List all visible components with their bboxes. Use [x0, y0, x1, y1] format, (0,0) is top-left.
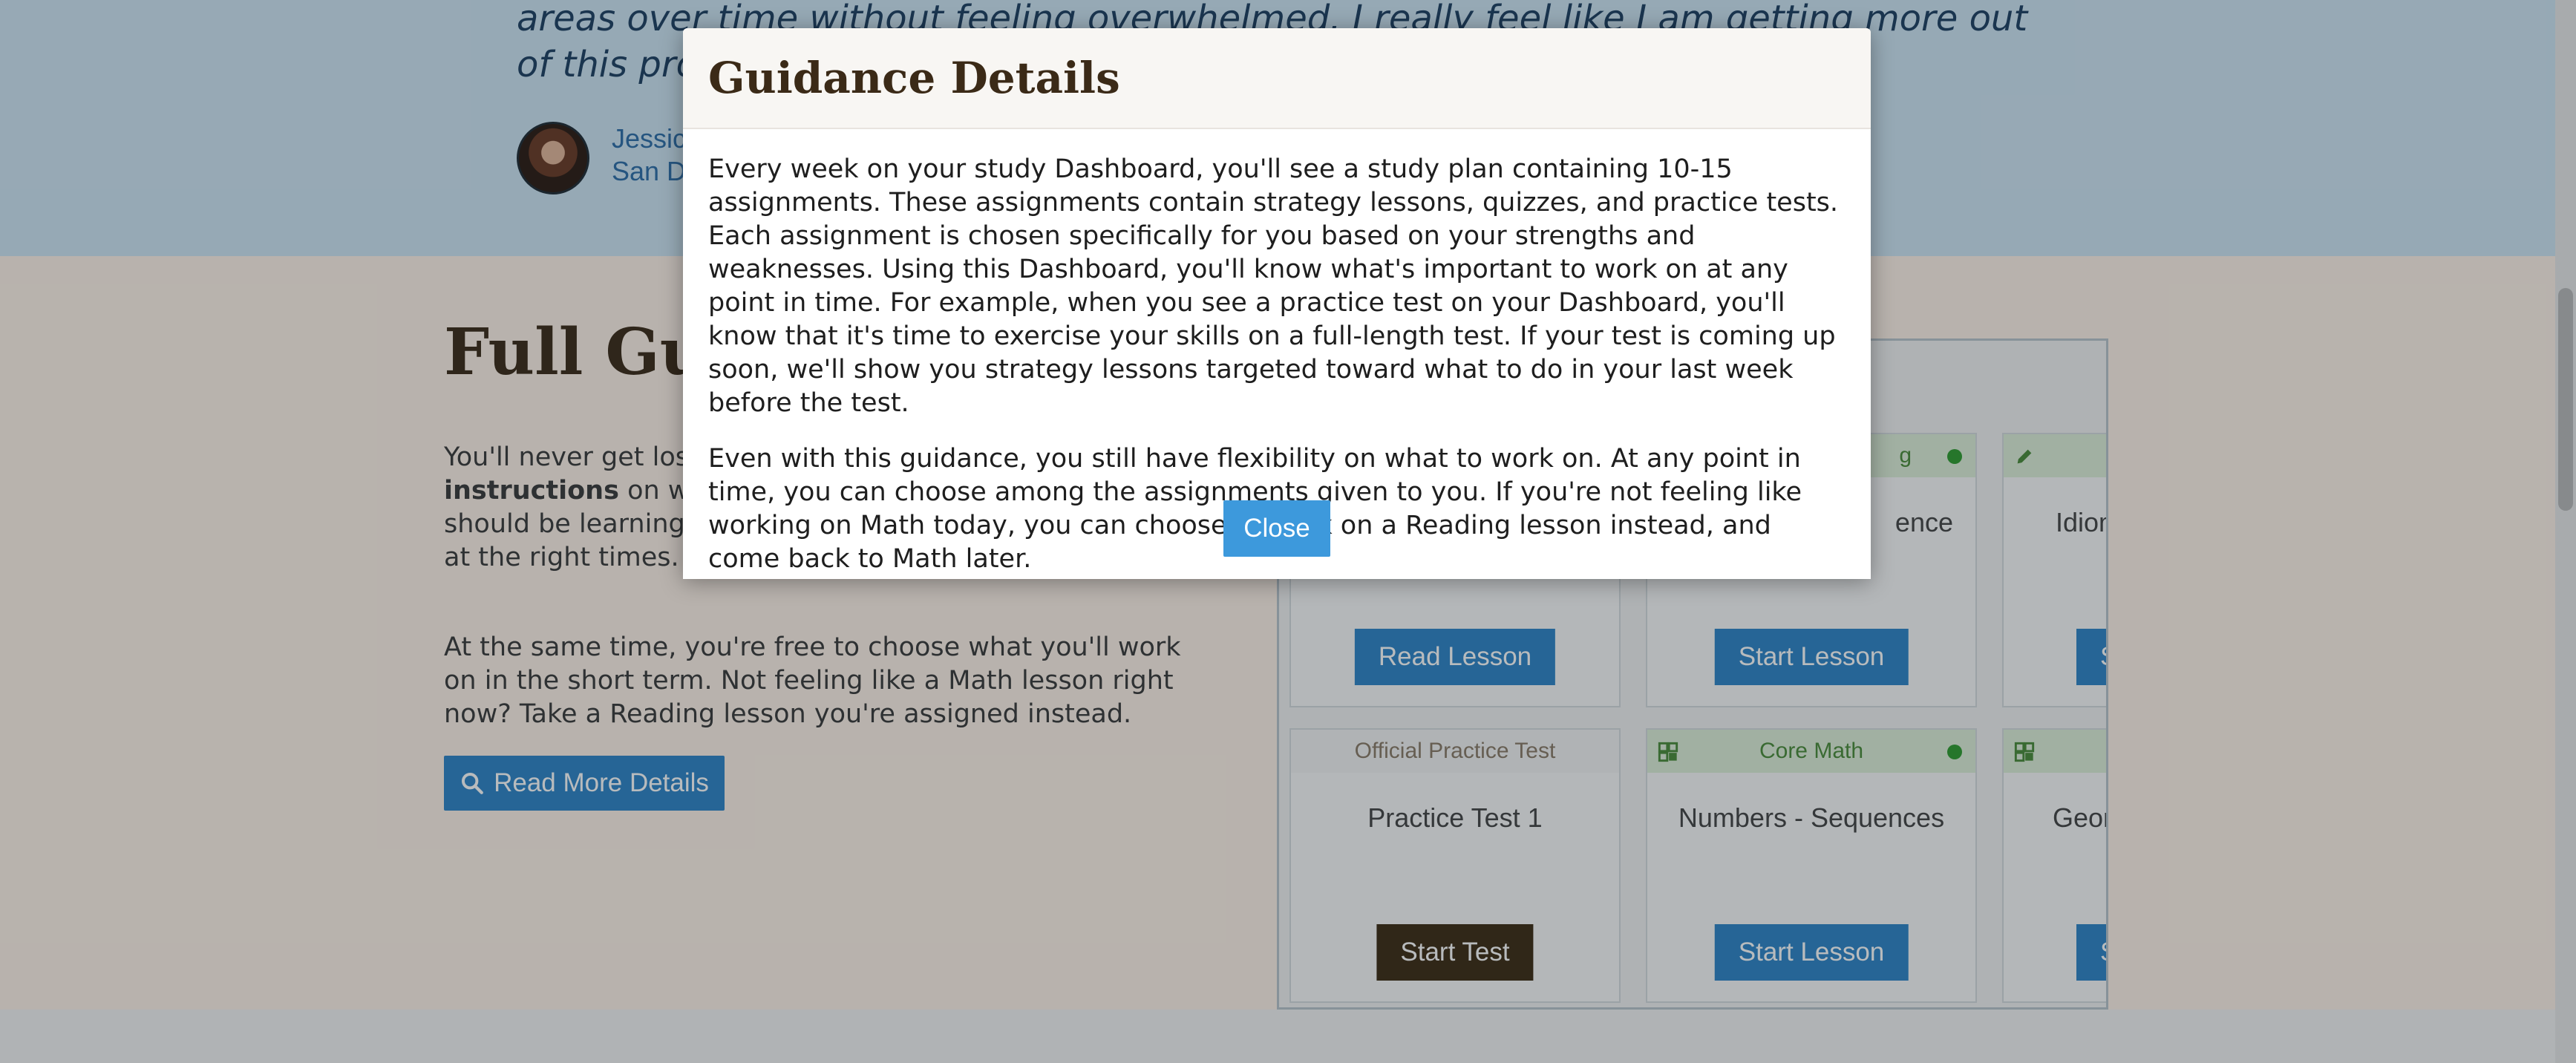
guidance-details-modal: Guidance Details Every week on your stud… [683, 28, 1871, 579]
modal-title: Guidance Details [708, 53, 1120, 103]
modal-header: Guidance Details [683, 28, 1871, 129]
close-button[interactable]: Close [1223, 500, 1330, 557]
modal-paragraph-1: Every week on your study Dashboard, you'… [708, 154, 1839, 418]
